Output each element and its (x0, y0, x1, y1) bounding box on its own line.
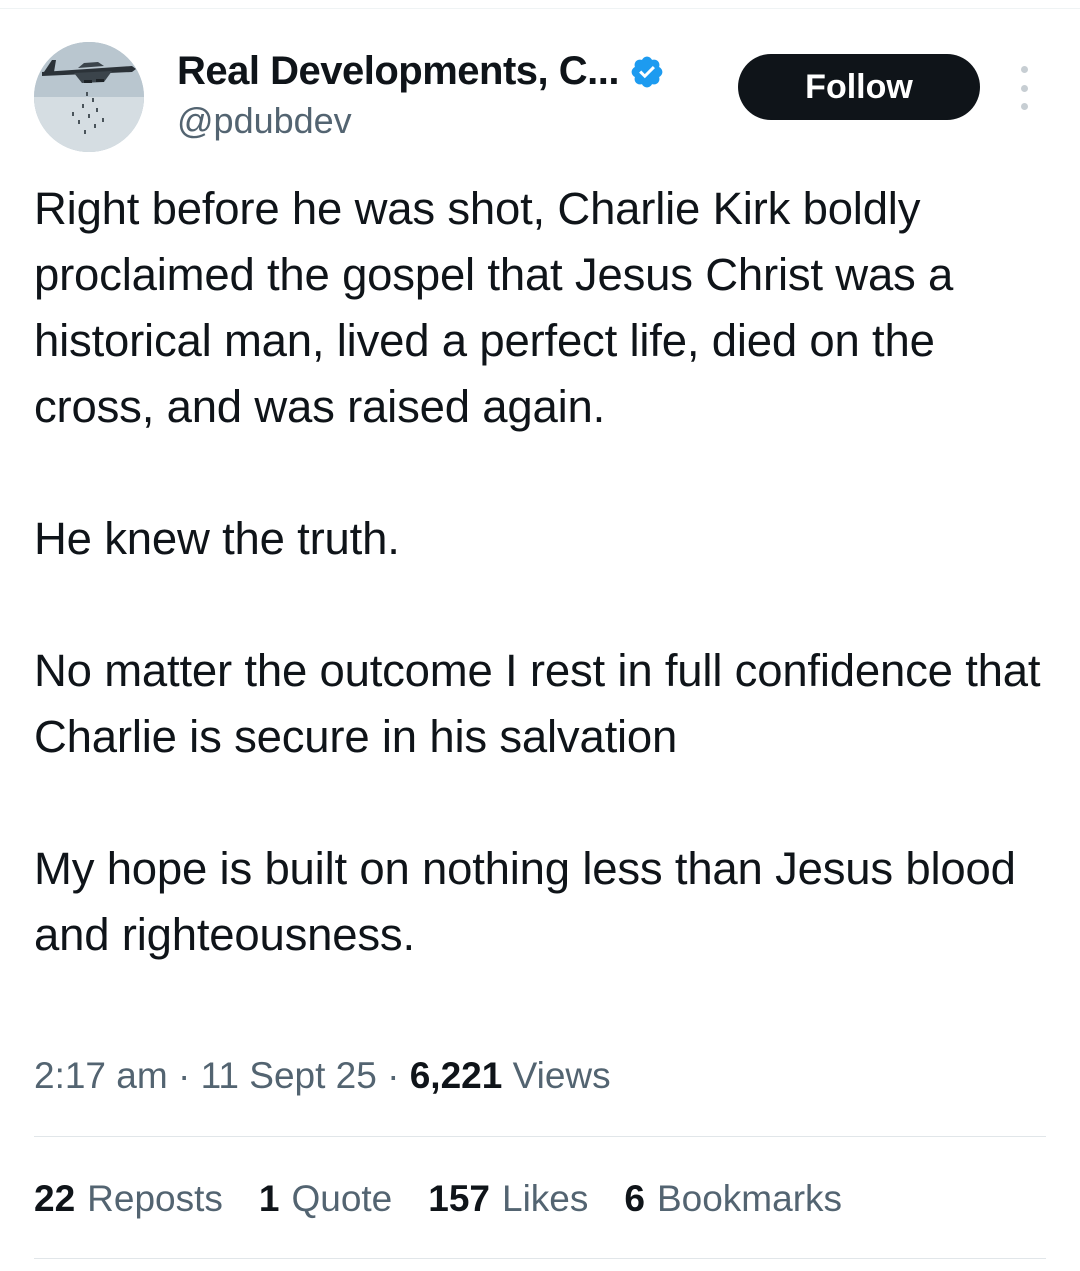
bomber-aircraft-avatar-image (34, 42, 144, 152)
quotes-count: 1 (258, 1178, 280, 1219)
avatar[interactable] (34, 42, 144, 152)
verified-badge-icon[interactable] (629, 54, 665, 90)
meta-separator: · (387, 1055, 400, 1096)
display-name-row: Real Developments, C... (177, 46, 665, 96)
stats-divider (34, 1258, 1046, 1259)
tweet-paragraph: No matter the outcome I rest in full con… (34, 645, 1041, 762)
reposts-stat[interactable]: 22 Reposts (34, 1178, 223, 1220)
bookmarks-stat[interactable]: 6 Bookmarks (624, 1178, 842, 1220)
more-dot (1020, 66, 1028, 73)
tweet-meta: 2:17 am · 11 Sept 25 · 6,221 Views (34, 1055, 611, 1097)
top-divider (0, 8, 1080, 9)
more-dot (1020, 84, 1028, 92)
follow-button[interactable]: Follow (738, 54, 980, 120)
quotes-label: Quote (291, 1178, 393, 1219)
tweet-paragraph: My hope is built on nothing less than Je… (34, 843, 1016, 960)
likes-label: Likes (502, 1178, 589, 1219)
bookmarks-label: Bookmarks (656, 1178, 843, 1219)
display-name[interactable]: Real Developments, C... (177, 49, 619, 94)
views-label[interactable]: Views (513, 1055, 611, 1096)
handle[interactable]: @pdubdev (177, 100, 665, 142)
author-names: Real Developments, C... @pdubdev (177, 46, 665, 142)
tweet-paragraph: He knew the truth. (34, 513, 400, 564)
quotes-stat[interactable]: 1 Quote (259, 1178, 392, 1220)
meta-separator: · (177, 1055, 191, 1096)
likes-stat[interactable]: 157 Likes (428, 1178, 588, 1220)
bookmarks-count: 6 (624, 1178, 645, 1219)
tweet-text: Right before he was shot, Charlie Kirk b… (34, 176, 1054, 968)
tweet-time[interactable]: 2:17 am (34, 1055, 168, 1096)
more-dot (1020, 103, 1028, 110)
tweet-date[interactable]: 11 Sept 25 (201, 1055, 377, 1096)
engagement-stats: 22 Reposts 1 Quote 157 Likes 6 Bookmarks (34, 1178, 878, 1220)
views-count[interactable]: 6,221 (410, 1055, 503, 1096)
likes-count: 157 (428, 1178, 490, 1219)
meta-divider (34, 1136, 1046, 1137)
reposts-label: Reposts (87, 1178, 223, 1219)
more-vertical-icon[interactable] (1012, 66, 1036, 110)
tweet-header: Real Developments, C... @pdubdev Follow (34, 42, 1054, 154)
reposts-count: 22 (34, 1178, 76, 1219)
tweet-paragraph: Right before he was shot, Charlie Kirk b… (34, 183, 954, 432)
